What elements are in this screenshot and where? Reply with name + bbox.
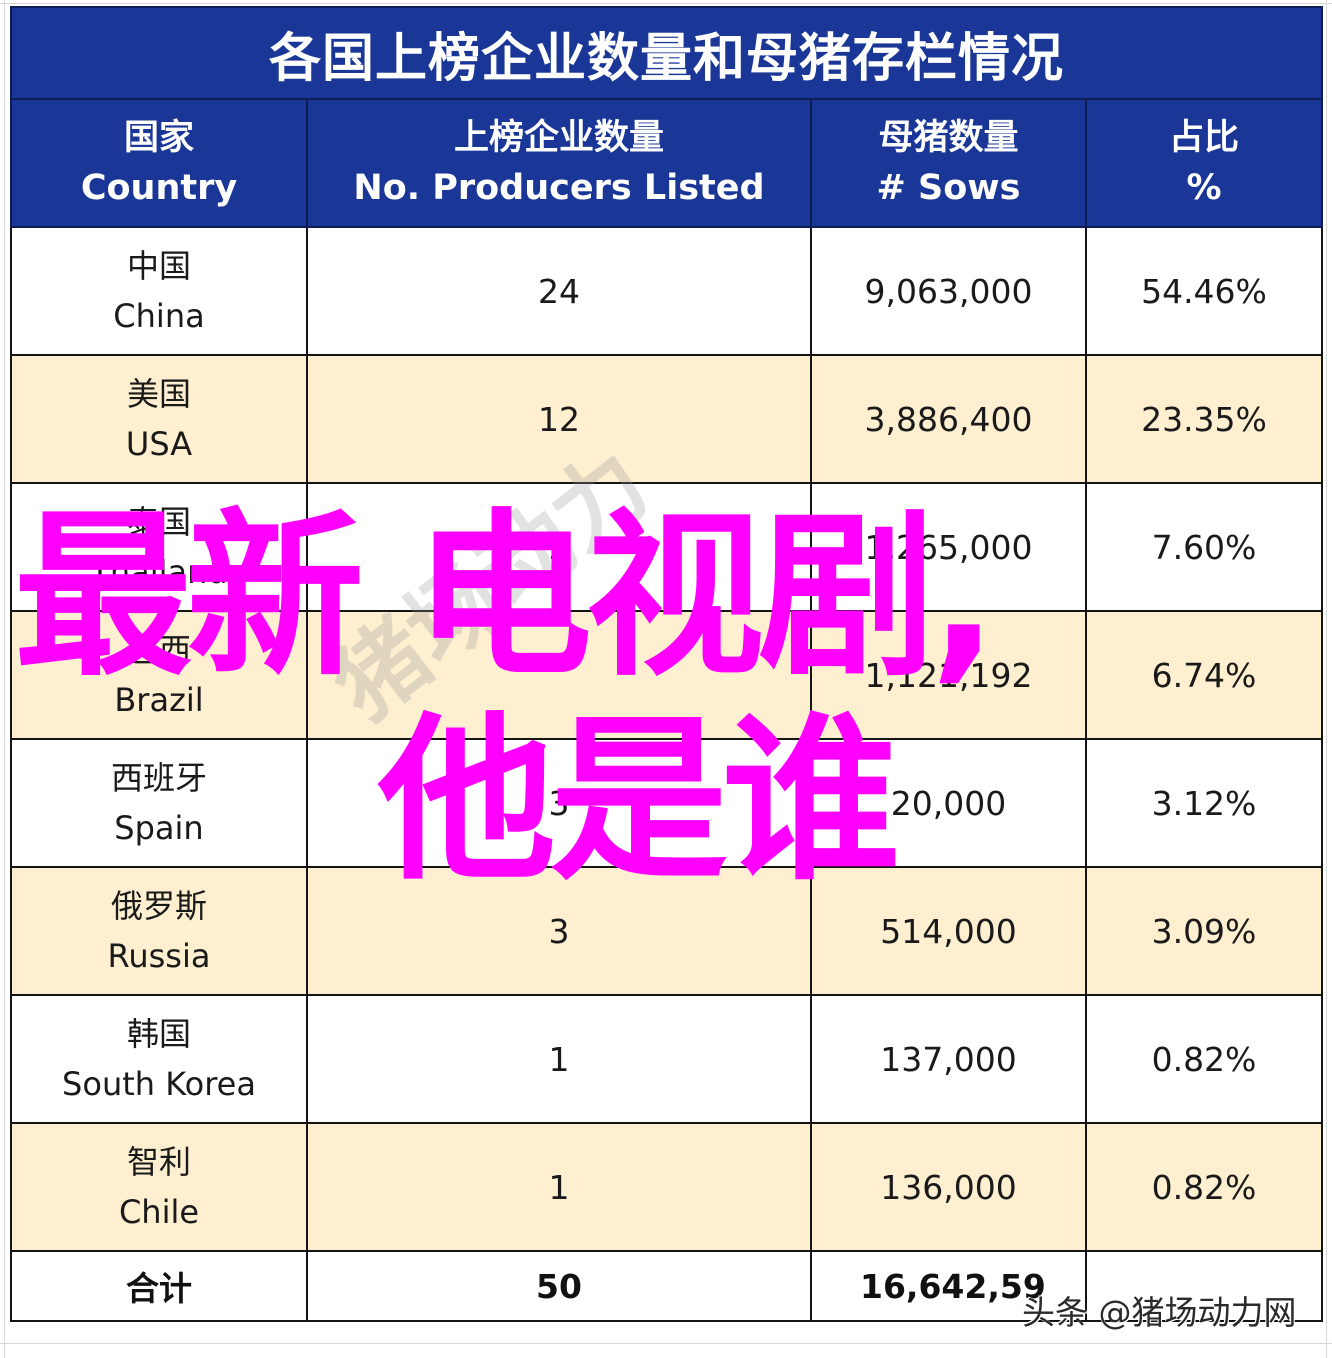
country-cell: 俄罗斯 Russia [10, 866, 308, 996]
sow-inventory-table: 各国上榜企业数量和母猪存栏情况 国家 Country 上榜企业数量 No. Pr… [9, 6, 1324, 1322]
country-name-en: USA [125, 425, 193, 463]
country-name-zh: 巴西 [126, 631, 191, 669]
sows-cell: 1,265,000 [810, 482, 1087, 612]
country-name-en: Spain [114, 809, 204, 847]
share-cell: 0.82% [1084, 1122, 1324, 1252]
sows-cell: 514,000 [810, 866, 1087, 996]
sows-cell: 9,063,000 [810, 226, 1087, 356]
table-row: 美国 USA 12 3,886,400 23.35% [10, 354, 1324, 484]
column-header-zh: 上榜企业数量 [453, 118, 664, 158]
column-header-zh: 占比 [1169, 118, 1240, 158]
country-cell: 巴西 Brazil [10, 610, 308, 740]
country-name-en: Chile [118, 1193, 200, 1231]
share-cell: 54.46% [1084, 226, 1324, 356]
header-row: 国家 Country 上榜企业数量 No. Producers Listed 母… [10, 98, 1324, 228]
country-name-zh: 西班牙 [110, 759, 207, 797]
grid-line [0, 1343, 1332, 1344]
sows-cell: 137,000 [810, 994, 1087, 1124]
column-header-en: # Sows [876, 168, 1021, 208]
sows-cell: 20,000 [810, 738, 1087, 868]
country-cell: 智利 Chile [10, 1122, 308, 1252]
table-row: 泰国 Thailand 2 1,265,000 7.60% [10, 482, 1324, 612]
column-header-en: % [1186, 168, 1222, 208]
producers-cell: 2 [306, 482, 812, 612]
producers-cell [306, 610, 812, 740]
share-cell: 23.35% [1084, 354, 1324, 484]
table-row: 中国 China 24 9,063,000 54.46% [10, 226, 1324, 356]
share-cell: 7.60% [1084, 482, 1324, 612]
country-name-en: Thailand [90, 553, 228, 591]
grid-line [4, 0, 5, 1358]
country-name-zh: 俄罗斯 [110, 887, 207, 925]
column-header-zh: 母猪数量 [878, 118, 1019, 158]
producers-cell: 12 [306, 354, 812, 484]
country-cell: 西班牙 Spain [10, 738, 308, 868]
share-cell: 6.74% [1084, 610, 1324, 740]
country-name-en: Russia [107, 937, 211, 975]
country-name-zh: 韩国 [126, 1015, 191, 1053]
total-label: 合计 [10, 1250, 308, 1322]
country-cell: 韩国 South Korea [10, 994, 308, 1124]
share-cell: 0.82% [1084, 994, 1324, 1124]
column-header-en: Country [80, 168, 238, 208]
table-row: 韩国 South Korea 1 137,000 0.82% [10, 994, 1324, 1124]
country-name-en: South Korea [62, 1065, 256, 1103]
column-header-country: 国家 Country [10, 98, 308, 228]
column-header-producers: 上榜企业数量 No. Producers Listed [306, 98, 812, 228]
column-header-share: 占比 % [1084, 98, 1324, 228]
sow-inventory-table-container: 各国上榜企业数量和母猪存栏情况 国家 Country 上榜企业数量 No. Pr… [9, 6, 1324, 1322]
sows-cell: 3,886,400 [810, 354, 1087, 484]
country-name-en: Brazil [114, 681, 204, 719]
sows-cell: 1,121,192 [810, 610, 1087, 740]
total-sows: 16,642,59 [810, 1250, 1087, 1322]
table-title: 各国上榜企业数量和母猪存栏情况 [9, 6, 1324, 100]
grid-line [0, 3, 1332, 4]
country-name-zh: 中国 [126, 247, 191, 285]
table-row: 巴西 Brazil 1,121,192 6.74% [10, 610, 1324, 740]
country-name-en: China [113, 297, 205, 335]
column-header-sows: 母猪数量 # Sows [810, 98, 1087, 228]
producers-cell: 3 [306, 866, 812, 996]
country-name-zh: 智利 [126, 1143, 191, 1181]
country-name-zh: 美国 [126, 375, 191, 413]
country-name-zh: 泰国 [126, 503, 191, 541]
table-row: 西班牙 Spain 3 20,000 3.12% [10, 738, 1324, 868]
producers-cell: 1 [306, 1122, 812, 1252]
country-cell: 泰国 Thailand [10, 482, 308, 612]
country-cell: 美国 USA [10, 354, 308, 484]
column-header-zh: 国家 [123, 118, 194, 158]
country-cell: 中国 China [10, 226, 308, 356]
table-row: 俄罗斯 Russia 3 514,000 3.09% [10, 866, 1324, 996]
producers-cell: 24 [306, 226, 812, 356]
total-row: 合计 50 16,642,59 [10, 1250, 1324, 1322]
table-row: 智利 Chile 1 136,000 0.82% [10, 1122, 1324, 1252]
title-row: 各国上榜企业数量和母猪存栏情况 [9, 6, 1324, 100]
producers-cell: 1 [306, 994, 812, 1124]
sows-cell: 136,000 [810, 1122, 1087, 1252]
producers-cell: 3 [306, 738, 812, 868]
share-cell: 3.09% [1084, 866, 1324, 996]
grid-line [1326, 0, 1327, 1358]
column-header-en: No. Producers Listed [353, 168, 765, 208]
share-cell: 3.12% [1084, 738, 1324, 868]
total-share [1084, 1250, 1324, 1322]
total-producers: 50 [306, 1250, 812, 1322]
